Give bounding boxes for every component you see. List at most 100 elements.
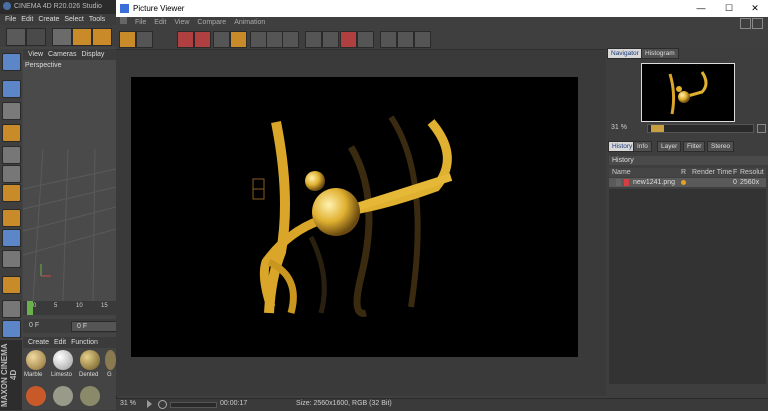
col-name[interactable]: Name: [612, 168, 631, 177]
zoom-reset-icon[interactable]: [757, 124, 766, 133]
history-row[interactable]: new1241.png 0 2560x: [609, 178, 766, 187]
tab-filter[interactable]: Filter: [683, 141, 706, 152]
points-mode-icon[interactable]: [2, 146, 21, 164]
material-menu-function[interactable]: Function: [71, 339, 98, 346]
c4d-menu-select[interactable]: Select: [64, 16, 83, 23]
undo-icon[interactable]: [6, 28, 26, 46]
grid-icon[interactable]: [397, 31, 414, 48]
material-extra-3[interactable]: [80, 386, 100, 406]
copy-icon[interactable]: [213, 31, 230, 48]
picture-viewer-menu-icon: [120, 17, 127, 24]
material-menu-create[interactable]: Create: [28, 339, 49, 346]
edges-mode-icon[interactable]: [2, 165, 21, 183]
material-label-g: G: [107, 372, 112, 378]
viewport-menu-view[interactable]: View: [28, 51, 43, 58]
col-r[interactable]: R: [681, 168, 686, 177]
model-mode-icon[interactable]: [2, 53, 21, 71]
channel-icon[interactable]: [230, 31, 247, 48]
stop-render-icon[interactable]: [194, 31, 211, 48]
stereo-icon[interactable]: [414, 31, 431, 48]
axis-mode-icon[interactable]: [2, 124, 21, 142]
enable-axis-icon[interactable]: [2, 209, 21, 227]
frame-row: 0 F 0 F: [23, 319, 118, 333]
pv-menu-edit[interactable]: Edit: [154, 19, 166, 26]
layers-icon[interactable]: [380, 31, 397, 48]
status-zoom[interactable]: 31 %: [120, 398, 136, 410]
tab-navigator[interactable]: Navigator: [607, 48, 643, 59]
c4d-menu-edit[interactable]: Edit: [21, 16, 33, 23]
timeline-tick-5: 5: [54, 303, 58, 309]
panel-layout-icon[interactable]: [740, 18, 751, 29]
navigator-preview: [668, 71, 708, 115]
panel-detach-icon[interactable]: [752, 18, 763, 29]
lock-workplane-icon[interactable]: [2, 300, 21, 318]
col-f[interactable]: F: [733, 168, 737, 177]
tab-info[interactable]: Info: [633, 141, 652, 152]
redo-icon[interactable]: [26, 28, 46, 46]
start-frame-field[interactable]: 0 F: [71, 321, 118, 332]
picture-viewer-app-icon: [120, 4, 129, 14]
material-extra-2[interactable]: [53, 386, 73, 406]
render-region-icon[interactable]: [177, 31, 194, 48]
row-expand-icon[interactable]: [616, 179, 621, 186]
tab-layer[interactable]: Layer: [657, 141, 682, 152]
c4d-viewport[interactable]: [23, 49, 116, 301]
pv-menu-compare[interactable]: Compare: [197, 19, 226, 26]
maximize-button[interactable]: ☐: [718, 0, 740, 17]
c4d-logo-icon: [3, 2, 11, 11]
polygons-mode-icon[interactable]: [2, 184, 21, 202]
move-tool-icon[interactable]: [72, 28, 92, 46]
picture-viewer-menu: File Edit View Compare Animation: [116, 17, 768, 29]
material-marble[interactable]: [26, 350, 46, 370]
ab-compare-b-icon[interactable]: [266, 31, 283, 48]
planar-workplane-icon[interactable]: [2, 320, 21, 338]
filter-icon[interactable]: [322, 31, 339, 48]
tab-stereo[interactable]: Stereo: [707, 141, 735, 152]
tweak-mode-icon[interactable]: [2, 229, 21, 247]
select-cursor-icon[interactable]: [52, 28, 72, 46]
navigator-zoom-value[interactable]: 31 %: [611, 124, 627, 131]
c4d-menu-tools[interactable]: Tools: [89, 16, 105, 23]
save-icon[interactable]: [136, 31, 153, 48]
navigator-zoom-slider[interactable]: [647, 124, 754, 133]
pv-menu-animation[interactable]: Animation: [234, 19, 265, 26]
material-menu-edit[interactable]: Edit: [54, 339, 66, 346]
ab-swap-icon[interactable]: [282, 31, 299, 48]
c4d-menu-file[interactable]: File: [5, 16, 16, 23]
history-header: History: [609, 156, 768, 165]
play-icon[interactable]: [158, 400, 167, 409]
zoom-slider-handle[interactable]: [651, 125, 664, 132]
progress-bar: [170, 402, 217, 408]
snap-icon[interactable]: [2, 250, 21, 268]
material-dented[interactable]: [80, 350, 100, 370]
zoom-dropdown-icon[interactable]: [147, 400, 152, 408]
pv-menu-file[interactable]: File: [135, 19, 146, 26]
c4d-menu-create[interactable]: Create: [38, 16, 59, 23]
history-list-area[interactable]: [609, 189, 766, 384]
col-render-time[interactable]: Render Time: [692, 168, 732, 177]
pv-menu-view[interactable]: View: [174, 19, 189, 26]
navigator-thumbnail[interactable]: [641, 63, 735, 122]
tab-histogram[interactable]: Histogram: [641, 48, 679, 59]
open-folder-icon[interactable]: [119, 31, 136, 48]
timeline[interactable]: 0 5 10 15: [23, 301, 116, 315]
delete-icon[interactable]: [340, 31, 357, 48]
ab-compare-a-icon[interactable]: [250, 31, 267, 48]
tab-history[interactable]: History: [608, 141, 637, 152]
viewport-menu-cameras[interactable]: Cameras: [48, 51, 76, 58]
cube-checker-icon[interactable]: [2, 80, 21, 98]
col-resolution[interactable]: Resolut: [740, 168, 764, 177]
material-g[interactable]: [105, 350, 116, 370]
text-overlay-icon[interactable]: [305, 31, 322, 48]
scale-tool-icon[interactable]: [92, 28, 112, 46]
minimize-button[interactable]: —: [690, 0, 712, 17]
texture-mode-icon[interactable]: [2, 102, 21, 120]
material-limestone[interactable]: [53, 350, 73, 370]
status-size: Size: 2560x1600, RGB (32 Bit): [296, 400, 392, 407]
material-extra-1[interactable]: [26, 386, 46, 406]
magnet-icon[interactable]: [2, 276, 21, 294]
viewport-menu-display[interactable]: Display: [81, 51, 104, 58]
current-frame-field[interactable]: 0 F: [29, 322, 39, 329]
lut-icon[interactable]: [357, 31, 374, 48]
close-button[interactable]: ✕: [744, 0, 766, 17]
